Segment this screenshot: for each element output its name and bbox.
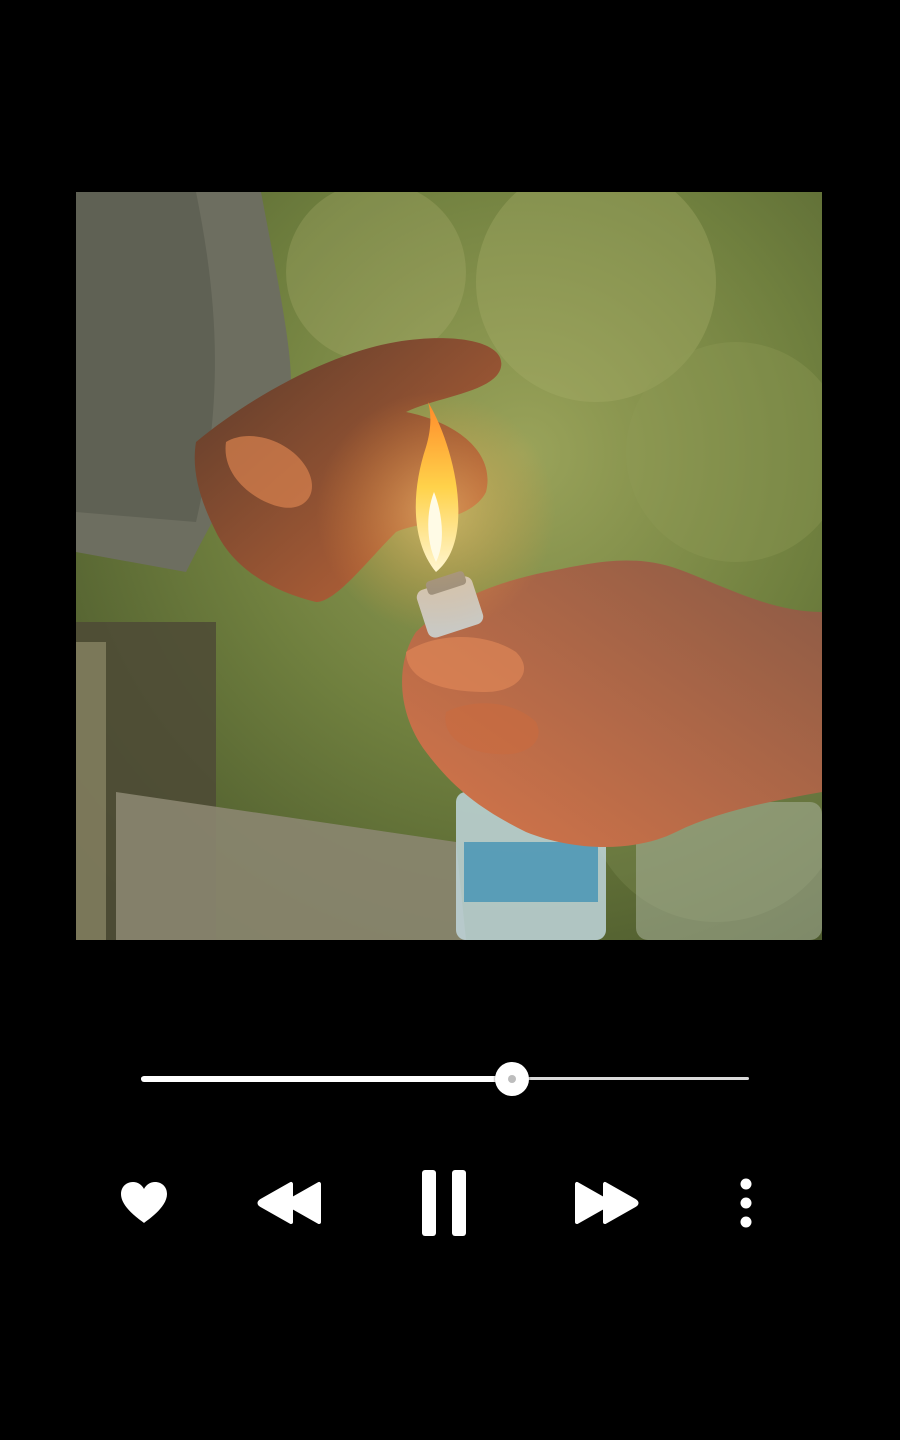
more-options-button[interactable] <box>726 1160 766 1246</box>
more-vertical-icon <box>740 1178 752 1228</box>
progress-bar[interactable] <box>141 1062 749 1096</box>
rewind-icon <box>257 1182 321 1224</box>
album-cover <box>76 192 822 940</box>
fast-forward-icon <box>575 1182 639 1224</box>
playback-controls <box>0 1160 900 1246</box>
progress-fill <box>141 1076 512 1082</box>
heart-icon <box>121 1182 167 1223</box>
previous-button[interactable] <box>250 1160 330 1246</box>
pause-button[interactable] <box>410 1160 480 1246</box>
progress-thumb[interactable] <box>494 1062 529 1096</box>
next-button[interactable] <box>566 1160 646 1246</box>
album-cover-image <box>76 192 822 940</box>
pause-icon <box>422 1170 466 1236</box>
like-button[interactable] <box>112 1160 176 1246</box>
music-player <box>0 0 900 1440</box>
